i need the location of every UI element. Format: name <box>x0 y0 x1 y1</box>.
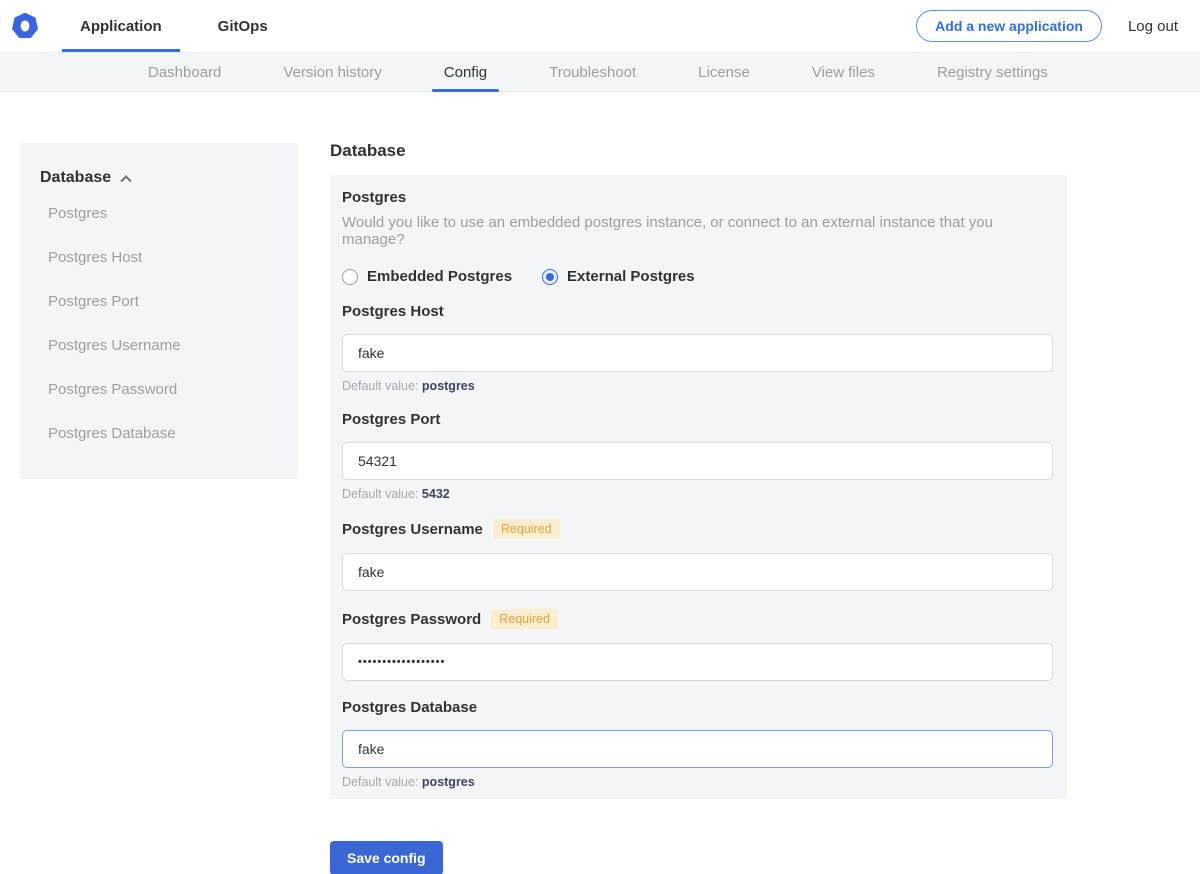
subnav-troubleshoot[interactable]: Troubleshoot <box>549 53 636 91</box>
field-label-postgres-port: Postgres Port <box>342 411 440 428</box>
input-postgres-host[interactable] <box>342 334 1053 372</box>
tab-gitops[interactable]: GitOps <box>214 0 272 52</box>
field-label-postgres-host: Postgres Host <box>342 303 444 320</box>
chevron-up-icon <box>120 175 131 186</box>
default-value: 5432 <box>422 487 450 501</box>
default-value: postgres <box>422 775 475 789</box>
content-area: Database Postgres Postgres Host Postgres… <box>0 92 1200 874</box>
group-label-postgres: Postgres <box>342 189 1053 206</box>
save-config-button[interactable]: Save config <box>330 841 443 874</box>
subnav-registry-settings[interactable]: Registry settings <box>937 53 1048 91</box>
radio-checked-icon[interactable] <box>542 269 558 285</box>
subnav-config[interactable]: Config <box>444 53 487 91</box>
default-value-helper: Default value: postgres <box>342 379 1053 393</box>
field-label-postgres-password: Postgres Password <box>342 611 481 628</box>
logout-link[interactable]: Log out <box>1128 18 1178 35</box>
radio-embedded-postgres[interactable]: Embedded Postgres <box>342 268 512 285</box>
subnav-version-history[interactable]: Version history <box>283 53 381 91</box>
postgres-radio-group: Embedded Postgres External Postgres <box>342 268 1053 285</box>
default-value-helper: Default value: postgres <box>342 775 1053 789</box>
add-application-button[interactable]: Add a new application <box>916 10 1102 42</box>
input-postgres-port[interactable] <box>342 442 1053 480</box>
field-label-postgres-username: Postgres Username <box>342 521 483 538</box>
required-badge: Required <box>491 609 558 629</box>
app-logo[interactable] <box>12 0 38 52</box>
subnav-license[interactable]: License <box>698 53 750 91</box>
required-badge: Required <box>493 519 560 539</box>
sidebar-group-database[interactable]: Database <box>40 169 278 187</box>
config-panel: Postgres Would you like to use an embedd… <box>330 175 1067 799</box>
app-header: Application GitOps Add a new application… <box>0 0 1200 52</box>
sidebar-item-postgres-password[interactable]: Postgres Password <box>40 371 278 407</box>
group-help-text: Would you like to use an embedded postgr… <box>342 214 1053 248</box>
kots-logo-icon <box>12 13 38 39</box>
config-main: Database Postgres Would you like to use … <box>330 141 1067 874</box>
sidebar-item-postgres-host[interactable]: Postgres Host <box>40 239 278 275</box>
input-postgres-database[interactable] <box>342 730 1053 768</box>
sidebar-group-label: Database <box>40 169 111 187</box>
default-value-helper: Default value: 5432 <box>342 487 1053 501</box>
sidebar-item-postgres-username[interactable]: Postgres Username <box>40 327 278 363</box>
field-label-postgres-database: Postgres Database <box>342 699 477 716</box>
default-value: postgres <box>422 379 475 393</box>
config-sidebar: Database Postgres Postgres Host Postgres… <box>20 143 298 479</box>
radio-label: External Postgres <box>567 268 695 285</box>
sidebar-item-postgres-database[interactable]: Postgres Database <box>40 415 278 451</box>
sidebar-item-postgres-port[interactable]: Postgres Port <box>40 283 278 319</box>
header-tabs: Application GitOps <box>76 0 320 52</box>
subnav-dashboard[interactable]: Dashboard <box>148 53 221 91</box>
tab-application[interactable]: Application <box>76 0 166 52</box>
sidebar-item-postgres[interactable]: Postgres <box>40 195 278 231</box>
sidebar-items: Postgres Postgres Host Postgres Port Pos… <box>40 195 278 451</box>
radio-external-postgres[interactable]: External Postgres <box>542 268 695 285</box>
input-postgres-username[interactable] <box>342 553 1053 591</box>
page-title: Database <box>330 141 1067 161</box>
subnav-view-files[interactable]: View files <box>812 53 875 91</box>
header-right: Add a new application Log out <box>916 0 1178 52</box>
app-subnav: Dashboard Version history Config Trouble… <box>0 52 1200 92</box>
radio-label: Embedded Postgres <box>367 268 512 285</box>
radio-unchecked-icon[interactable] <box>342 269 358 285</box>
input-postgres-password[interactable] <box>342 643 1053 681</box>
